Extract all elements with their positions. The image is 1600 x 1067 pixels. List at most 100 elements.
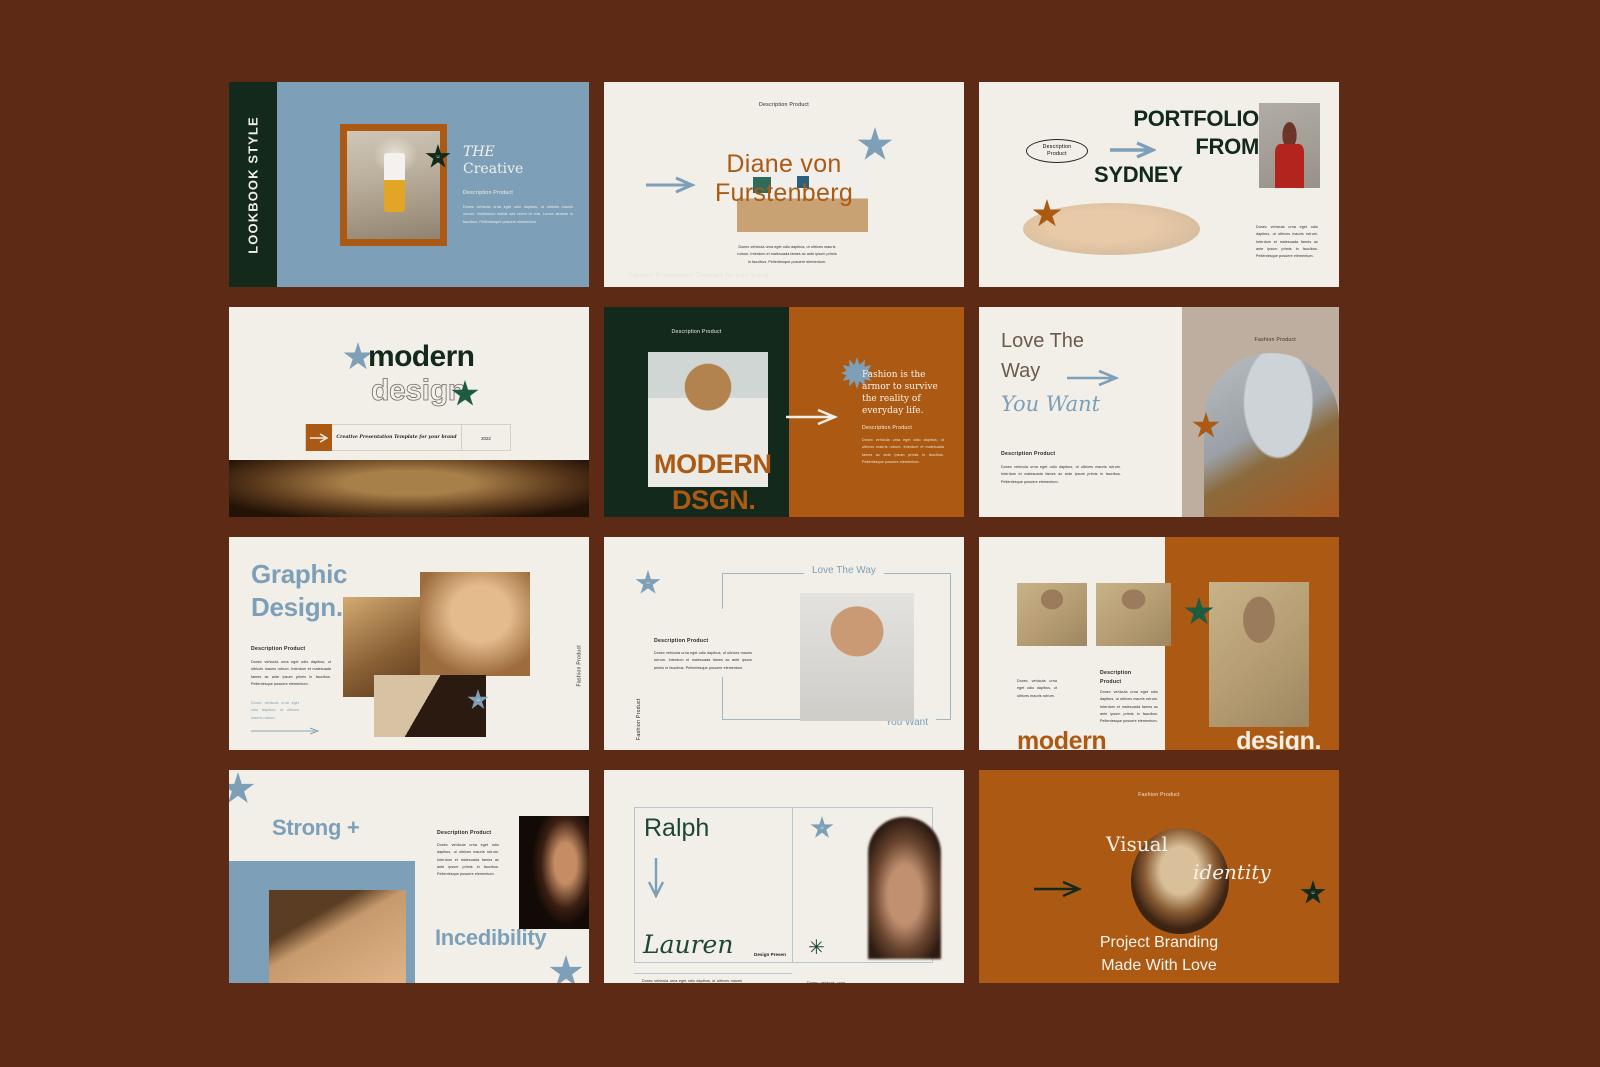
- cover-subtitle: Description Product: [463, 190, 514, 196]
- slide-7-graphic-design[interactable]: Graphic Design. Description Product Done…: [229, 537, 589, 750]
- portrait-red-sweater: [1259, 103, 1320, 188]
- slide-3-portfolio[interactable]: Description Product PORTFOLIO FROM SYDNE…: [979, 82, 1339, 287]
- slide7-side-label: Fashion Product: [577, 645, 583, 687]
- woman-dark-photo: [519, 816, 589, 929]
- slide5-big-line1: MODERN: [654, 449, 772, 479]
- sidebar-panel: LOOKBOOK STYLE: [229, 82, 277, 287]
- slide11-right-note: Donec vehicula urna eget odio dapibus.: [807, 981, 845, 983]
- collage-photo-3: [374, 675, 486, 737]
- slide-6-love-the-way[interactable]: Love The Way You Want Description Produc…: [979, 307, 1339, 517]
- slide5-subtitle: Description Product: [862, 425, 913, 431]
- cover-text-block: THE Creative Description Product Donec v…: [463, 144, 573, 226]
- arrow-right-icon: [1067, 369, 1119, 387]
- slide-10-strong-incedibility[interactable]: Strong + Description Product Donec vehic…: [229, 770, 589, 983]
- slide-deck: LOOKBOOK STYLE ☺ THE Creative Descriptio…: [229, 82, 1339, 983]
- slide-12-visual-identity[interactable]: Fashion Product Visual identity Project …: [979, 770, 1339, 983]
- slide5-top-label: Description Product: [671, 329, 722, 335]
- cta-bar[interactable]: Creative Presentation Template for your …: [305, 424, 511, 451]
- slide2-title-line1: Diane von: [726, 150, 842, 178]
- slide5-body: Donec vehicula urna eget odio dapibus, u…: [862, 438, 944, 465]
- slide10-subtitle: Description Product: [437, 830, 492, 836]
- arrow-right-icon: [310, 432, 328, 443]
- slide-8-love-you-want[interactable]: ☺ Love The Way You Want Description Prod…: [604, 537, 964, 750]
- slide12-caption-line1: Project Branding: [1099, 934, 1219, 951]
- slide6-title-italic: You Want: [1001, 392, 1101, 416]
- slide5-big-line2: DSGN.: [672, 485, 756, 515]
- slide2-top-label: Description Product: [758, 102, 810, 108]
- smiley-icon: ☺: [645, 580, 651, 586]
- slide6-title-line1: Love The: [1001, 330, 1085, 352]
- earring-neck-photo: [269, 890, 406, 983]
- slide7-small-note: Donec vehicula urna eget odio dapibus, u…: [251, 701, 299, 720]
- description-pill[interactable]: Description Product: [1026, 139, 1088, 163]
- slide-4-modern-design[interactable]: modern design Creative Presentation Temp…: [229, 307, 589, 517]
- slide-9-modern-design-split[interactable]: Donec vehicula urna eget odio dapibus, u…: [979, 537, 1339, 750]
- smiley-star-badge: ☺: [1300, 880, 1326, 904]
- blue-star-decoration-top: [229, 772, 255, 803]
- sidebar-item-label: LOOKBOOK STYLE: [245, 115, 261, 254]
- slide6-subtitle: Description Product: [1001, 451, 1056, 457]
- slide9-body: Donec vehicula urna eget odio dapibus, u…: [1100, 690, 1158, 724]
- photo-frame: [340, 124, 447, 246]
- collage-photo-2: [420, 572, 530, 676]
- slide-11-ralph-lauren[interactable]: Ralph Lauren Donec vehicula urna eget od…: [604, 770, 964, 983]
- smiley-icon: ☺: [819, 825, 825, 831]
- slide2-title: Diane von Furstenberg: [604, 150, 964, 208]
- cover-title-italic: THE: [463, 144, 495, 160]
- slide9-subtitle-line1: Description: [1100, 670, 1132, 676]
- design-title-outline: design: [371, 374, 467, 408]
- arrow-right-icon: [1110, 141, 1156, 159]
- slide9-subtitle-line2: Product: [1100, 679, 1122, 685]
- slide11-title-bottom: Lauren: [643, 930, 734, 959]
- asterisk-icon: ✳: [808, 937, 825, 959]
- arrow-down-icon: [647, 858, 665, 898]
- slide7-title-line2: Design.: [251, 592, 343, 622]
- slide2-title-line2: Furstenberg: [714, 179, 854, 207]
- blurred-face-photo: [868, 817, 941, 959]
- slide3-body: Donec vehicula urna eget odio dapibus, u…: [1256, 225, 1318, 259]
- slide8-body: Donec vehicula urna eget odio dapibus, u…: [654, 651, 752, 670]
- smiley-star-badge: ☺: [635, 570, 661, 594]
- slide6-side-label: Fashion Product: [1254, 337, 1296, 343]
- smiley-icon: ☺: [435, 154, 441, 160]
- arrow-right-icon: [786, 408, 838, 426]
- arrow-right-icon[interactable]: [251, 727, 321, 735]
- man-robe-photo: [1204, 353, 1339, 517]
- portfolio-line3: SYDNEY: [1094, 162, 1183, 187]
- slide12-top-label: Fashion Product: [1138, 792, 1180, 798]
- slide11-title-top: Ralph: [644, 814, 710, 842]
- slide7-subtitle: Description Product: [251, 646, 306, 652]
- slide8-subtitle: Description Product: [654, 638, 709, 644]
- blue-star-decoration-bottom: [549, 955, 583, 983]
- cover-title-main: Creative: [463, 161, 524, 177]
- slide8-side-label: Fashion Product: [636, 698, 642, 740]
- arrow-right-icon: [1034, 880, 1082, 898]
- slide-1-cover[interactable]: LOOKBOOK STYLE ☺ THE Creative Descriptio…: [229, 82, 589, 287]
- modern-title-solid: modern: [368, 340, 475, 373]
- slide10-title-line1: Strong +: [272, 815, 360, 840]
- slide7-title-line1: Graphic: [251, 559, 348, 589]
- cta-year: 2022: [461, 425, 510, 450]
- man-shirt-photo-2: [1096, 583, 1171, 646]
- slide7-body: Donec vehicula urna eget odio dapibus, u…: [251, 660, 331, 687]
- slide10-body: Donec vehicula urna eget odio dapibus, u…: [437, 843, 499, 877]
- woman-white-dress-photo: [800, 593, 914, 721]
- slide9-big-left: modern: [1017, 727, 1107, 750]
- slide-5-modern-dsgn[interactable]: Description Product MODERN DSGN. Fashion…: [604, 307, 964, 517]
- slide2-footer: Creative Presentation Template for your …: [628, 273, 769, 279]
- slide6-body: Donec vehicula urna eget odio dapibus, u…: [1001, 465, 1121, 484]
- slide6-title-line2: Way: [1001, 360, 1041, 382]
- slide11-footer-right: Design Presen: [754, 952, 786, 957]
- slide12-title-italic: identity: [1193, 860, 1271, 884]
- cta-arrow-block[interactable]: [306, 424, 332, 451]
- street-photo: [347, 131, 440, 239]
- man-shirt-portrait: [1209, 582, 1309, 727]
- slide10-title-line2: Incedibility: [435, 925, 547, 950]
- fur-texture-photo: [229, 460, 589, 517]
- slide8-frame-title-top: Love The Way: [804, 565, 884, 576]
- slide12-caption-line2: Made With Love: [1101, 957, 1217, 974]
- slide9-left-note: Donec vehicula urna eget odio dapibus, u…: [1017, 679, 1057, 698]
- cta-text: Creative Presentation Template for your …: [336, 435, 457, 440]
- slide-2-diane[interactable]: Description Product Diane von Furstenber…: [604, 82, 964, 287]
- slide11-body1: Donec vehicula urna eget odio dapibus, u…: [642, 979, 742, 983]
